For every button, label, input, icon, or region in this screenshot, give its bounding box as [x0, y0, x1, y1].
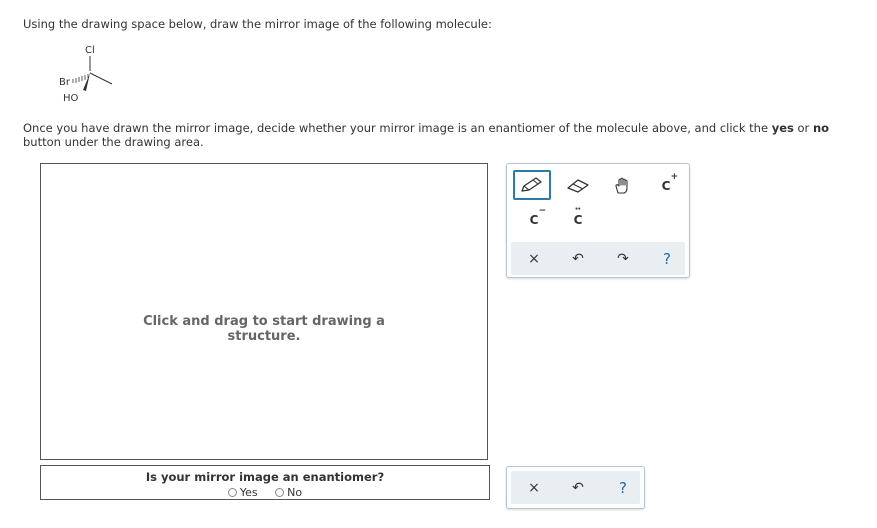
molecule-structure: Cl Br HO [59, 45, 113, 104]
move-tool-button[interactable] [608, 173, 638, 199]
help-icon: ? [619, 478, 627, 497]
instruction-no-word: no [812, 121, 830, 135]
bond-methyl [89, 72, 113, 85]
eraser-icon [567, 179, 589, 193]
no-radio-button[interactable] [275, 488, 285, 497]
help-button[interactable]: ? [652, 245, 682, 272]
answer-toolbox-row: × ↶ ? [511, 471, 640, 504]
answer-help-button[interactable]: ? [608, 474, 638, 501]
carbocation-icon: C + [661, 172, 679, 193]
toolbox-action-row: × ↶ ↷ ? [511, 242, 685, 275]
redo-icon: ↷ [617, 250, 629, 267]
drawing-toolbox: C + C − ·· C × ↶ ↷ ? [506, 163, 690, 278]
carbanion-tool-button[interactable]: C − [519, 206, 549, 233]
clear-icon: × [528, 250, 540, 267]
instruction-text-1: Once you have drawn the mirror image, de… [23, 121, 772, 135]
pencil-tool-button[interactable] [513, 170, 551, 200]
redo-button[interactable]: ↷ [608, 245, 638, 272]
no-radio-label: No [287, 486, 303, 499]
clear-icon: × [528, 479, 540, 496]
instruction-yes-word: yes [771, 121, 794, 135]
instruction-text-3: button under the drawing area. [23, 135, 204, 149]
canvas-hint-line-2: structure. [227, 329, 301, 344]
yes-radio-option[interactable]: Yes [227, 486, 258, 499]
carbanion-icon: C − [529, 206, 547, 227]
drawing-canvas[interactable]: Click and drag to start drawing a struct… [40, 163, 488, 460]
answer-undo-button[interactable]: ↶ [563, 474, 593, 501]
instruction-top: Using the drawing space below, draw the … [23, 17, 492, 31]
hydroxyl-label: HO [63, 93, 79, 104]
canvas-hint: Click and drag to start drawing a struct… [41, 314, 487, 344]
clear-button[interactable]: × [519, 245, 549, 272]
undo-button[interactable]: ↶ [563, 245, 593, 272]
eraser-tool-button[interactable] [563, 173, 593, 199]
answer-toolbox: × ↶ ? [506, 466, 645, 509]
solid-wedge-bond [83, 73, 90, 91]
enantiomer-question-box: Is your mirror image an enantiomer? Yes … [40, 465, 490, 500]
carbocation-tool-button[interactable]: C + [651, 172, 681, 199]
question-text: Is your mirror image an enantiomer? [145, 470, 385, 484]
carbene-tool-button[interactable]: ·· C [563, 204, 593, 233]
hashed-wedge-bond [72, 74, 89, 83]
canvas-hint-line-1: Click and drag to start drawing a [143, 314, 385, 329]
chlorine-label: Cl [85, 45, 95, 56]
instruction-text-2: or [793, 121, 813, 135]
no-radio-option[interactable]: No [275, 486, 302, 499]
pencil-icon [521, 177, 542, 192]
answer-options: Yes No [41, 486, 489, 500]
instruction-bottom: Once you have drawn the mirror image, de… [23, 121, 868, 149]
undo-icon: ↶ [572, 250, 584, 267]
yes-radio-button[interactable] [227, 488, 237, 497]
yes-radio-label: Yes [239, 486, 258, 499]
answer-clear-button[interactable]: × [519, 474, 549, 501]
undo-icon: ↶ [572, 479, 584, 496]
carbene-icon: ·· C [573, 204, 583, 227]
bromine-label: Br [59, 77, 71, 88]
hand-icon [615, 177, 628, 194]
help-icon: ? [663, 249, 671, 268]
